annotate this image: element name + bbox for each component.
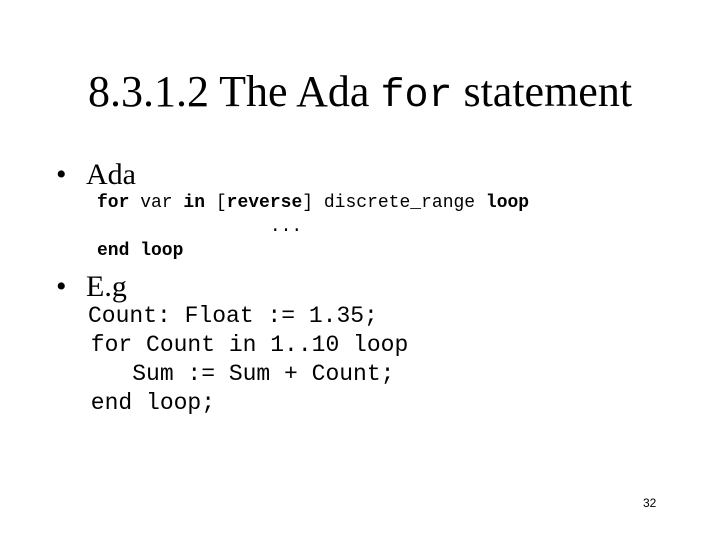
- bullet-ada: • Ada: [56, 158, 136, 192]
- bullet-label: Ada: [86, 158, 136, 191]
- bullet-marker: •: [56, 158, 67, 191]
- bullet-label: E.g: [86, 270, 127, 303]
- title-prefix: 8.3.1.2 The Ada: [87, 67, 381, 116]
- bullet-marker: •: [56, 270, 67, 303]
- keyword-reverse: reverse: [226, 193, 303, 213]
- syntax-bracket-open: [: [205, 193, 227, 213]
- slide-title: 8.3.1.2 The Ada for statement: [0, 66, 720, 123]
- example-line-3: Sum := Sum + Count;: [77, 361, 395, 387]
- title-suffix: statement: [452, 67, 633, 116]
- syntax-discrete-range: ] discrete_range: [302, 193, 486, 213]
- example-line-2: for Count in 1..10 loop: [77, 332, 409, 358]
- syntax-line-1: for var in [reverse] discrete_range loop: [97, 191, 529, 215]
- keyword-in: in: [183, 193, 206, 213]
- syntax-line-2: ...: [97, 217, 303, 237]
- example-line-4: end loop;: [77, 390, 216, 416]
- syntax-line-3: end loop: [97, 241, 184, 261]
- syntax-var: var: [129, 193, 184, 213]
- page-number: 32: [643, 496, 657, 510]
- keyword-for: for: [97, 193, 130, 213]
- example-line-1: Count: Float := 1.35;: [88, 303, 378, 329]
- title-code-keyword: for: [380, 74, 453, 119]
- bullet-example: • E.g: [56, 270, 127, 304]
- keyword-loop: loop: [485, 193, 530, 213]
